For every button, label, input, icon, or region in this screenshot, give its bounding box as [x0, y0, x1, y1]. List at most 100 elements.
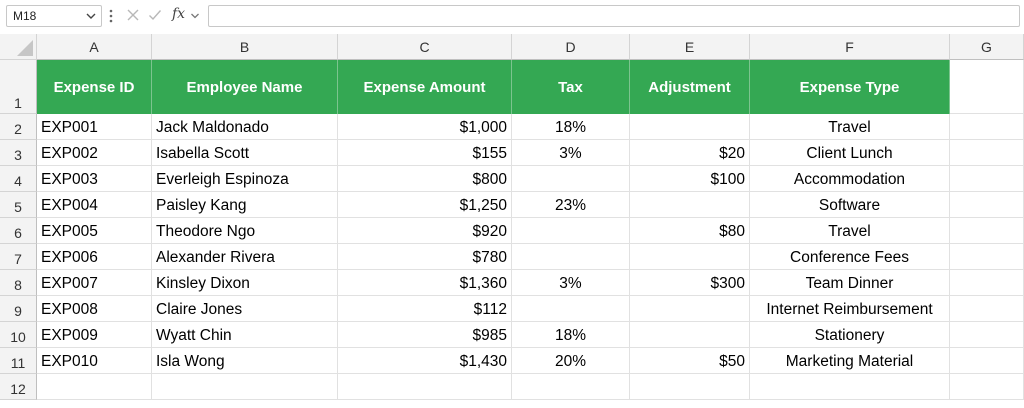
cell-b6[interactable]: Theodore Ngo: [152, 218, 338, 244]
cell-f6[interactable]: Travel: [750, 218, 950, 244]
cell-f2[interactable]: Travel: [750, 114, 950, 140]
header-cell-expense-type[interactable]: Expense Type: [750, 60, 950, 114]
cell-d7[interactable]: [512, 244, 630, 270]
cell-g8[interactable]: [950, 270, 1024, 296]
row-header-4[interactable]: 4: [0, 166, 37, 192]
cell-c6[interactable]: $920: [338, 218, 512, 244]
row-header-2[interactable]: 2: [0, 114, 37, 140]
cell-a3[interactable]: EXP002: [37, 140, 152, 166]
cell-g10[interactable]: [950, 322, 1024, 348]
cell-c2[interactable]: $1,000: [338, 114, 512, 140]
header-cell-tax[interactable]: Tax: [512, 60, 630, 114]
cell-c7[interactable]: $780: [338, 244, 512, 270]
cancel-x-icon[interactable]: [126, 8, 140, 22]
cell-e11[interactable]: $50: [630, 348, 750, 374]
row-header-3[interactable]: 3: [0, 140, 37, 166]
name-box[interactable]: M18: [6, 5, 102, 27]
cell-d2[interactable]: 18%: [512, 114, 630, 140]
header-cell-expense-id[interactable]: Expense ID: [37, 60, 152, 114]
column-header-g[interactable]: G: [950, 34, 1024, 60]
cell-c10[interactable]: $985: [338, 322, 512, 348]
cell-d11[interactable]: 20%: [512, 348, 630, 374]
cell-a2[interactable]: EXP001: [37, 114, 152, 140]
cell-b4[interactable]: Everleigh Espinoza: [152, 166, 338, 192]
cell-f4[interactable]: Accommodation: [750, 166, 950, 192]
header-cell-employee-name[interactable]: Employee Name: [152, 60, 338, 114]
cell-a12[interactable]: [37, 374, 152, 400]
cell-c9[interactable]: $112: [338, 296, 512, 322]
cell-c4[interactable]: $800: [338, 166, 512, 192]
row-header-8[interactable]: 8: [0, 270, 37, 296]
cell-a5[interactable]: EXP004: [37, 192, 152, 218]
cell-g5[interactable]: [950, 192, 1024, 218]
cell-a4[interactable]: EXP003: [37, 166, 152, 192]
header-cell-adjustment[interactable]: Adjustment: [630, 60, 750, 114]
cell-e3[interactable]: $20: [630, 140, 750, 166]
chevron-down-icon[interactable]: [85, 8, 97, 24]
row-header-5[interactable]: 5: [0, 192, 37, 218]
column-header-c[interactable]: C: [338, 34, 512, 60]
cell-g2[interactable]: [950, 114, 1024, 140]
cell-e4[interactable]: $100: [630, 166, 750, 192]
row-header-6[interactable]: 6: [0, 218, 37, 244]
cell-d10[interactable]: 18%: [512, 322, 630, 348]
cell-a6[interactable]: EXP005: [37, 218, 152, 244]
cell-f12[interactable]: [750, 374, 950, 400]
row-header-9[interactable]: 9: [0, 296, 37, 322]
column-header-d[interactable]: D: [512, 34, 630, 60]
cell-d4[interactable]: [512, 166, 630, 192]
cell-e6[interactable]: $80: [630, 218, 750, 244]
column-header-f[interactable]: F: [750, 34, 950, 60]
cell-b7[interactable]: Alexander Rivera: [152, 244, 338, 270]
cell-f5[interactable]: Software: [750, 192, 950, 218]
header-cell-expense-amount[interactable]: Expense Amount: [338, 60, 512, 114]
fx-icon[interactable]: fx: [172, 6, 185, 22]
column-header-a[interactable]: A: [37, 34, 152, 60]
vertical-dots-icon[interactable]: [108, 8, 114, 24]
cell-c8[interactable]: $1,360: [338, 270, 512, 296]
cell-a8[interactable]: EXP007: [37, 270, 152, 296]
cell-e2[interactable]: [630, 114, 750, 140]
cell-g12[interactable]: [950, 374, 1024, 400]
cell-a9[interactable]: EXP008: [37, 296, 152, 322]
cell-b12[interactable]: [152, 374, 338, 400]
cell-d9[interactable]: [512, 296, 630, 322]
cell-g4[interactable]: [950, 166, 1024, 192]
cell-b2[interactable]: Jack Maldonado: [152, 114, 338, 140]
cell-c11[interactable]: $1,430: [338, 348, 512, 374]
cell-g7[interactable]: [950, 244, 1024, 270]
row-header-7[interactable]: 7: [0, 244, 37, 270]
cell-c3[interactable]: $155: [338, 140, 512, 166]
cell-f7[interactable]: Conference Fees: [750, 244, 950, 270]
chevron-down-icon[interactable]: [190, 10, 200, 22]
cell-b11[interactable]: Isla Wong: [152, 348, 338, 374]
cell-e9[interactable]: [630, 296, 750, 322]
cell-g6[interactable]: [950, 218, 1024, 244]
cell-g9[interactable]: [950, 296, 1024, 322]
row-header-11[interactable]: 11: [0, 348, 37, 374]
cell-c5[interactable]: $1,250: [338, 192, 512, 218]
cell-g11[interactable]: [950, 348, 1024, 374]
cell-b8[interactable]: Kinsley Dixon: [152, 270, 338, 296]
cell-b5[interactable]: Paisley Kang: [152, 192, 338, 218]
cell-b9[interactable]: Claire Jones: [152, 296, 338, 322]
cell-e10[interactable]: [630, 322, 750, 348]
checkmark-icon[interactable]: [148, 8, 162, 22]
cell-e7[interactable]: [630, 244, 750, 270]
cell-c12[interactable]: [338, 374, 512, 400]
cell-f3[interactable]: Client Lunch: [750, 140, 950, 166]
cell-e8[interactable]: $300: [630, 270, 750, 296]
cell-g3[interactable]: [950, 140, 1024, 166]
row-header-12[interactable]: 12: [0, 374, 37, 400]
formula-input[interactable]: [208, 5, 1020, 27]
cell-f10[interactable]: Stationery: [750, 322, 950, 348]
row-header-10[interactable]: 10: [0, 322, 37, 348]
cell-a10[interactable]: EXP009: [37, 322, 152, 348]
row-header-1[interactable]: 1: [0, 60, 37, 114]
cell-b10[interactable]: Wyatt Chin: [152, 322, 338, 348]
cell-e5[interactable]: [630, 192, 750, 218]
cell-a7[interactable]: EXP006: [37, 244, 152, 270]
cell-d12[interactable]: [512, 374, 630, 400]
cell-a11[interactable]: EXP010: [37, 348, 152, 374]
cell-d5[interactable]: 23%: [512, 192, 630, 218]
